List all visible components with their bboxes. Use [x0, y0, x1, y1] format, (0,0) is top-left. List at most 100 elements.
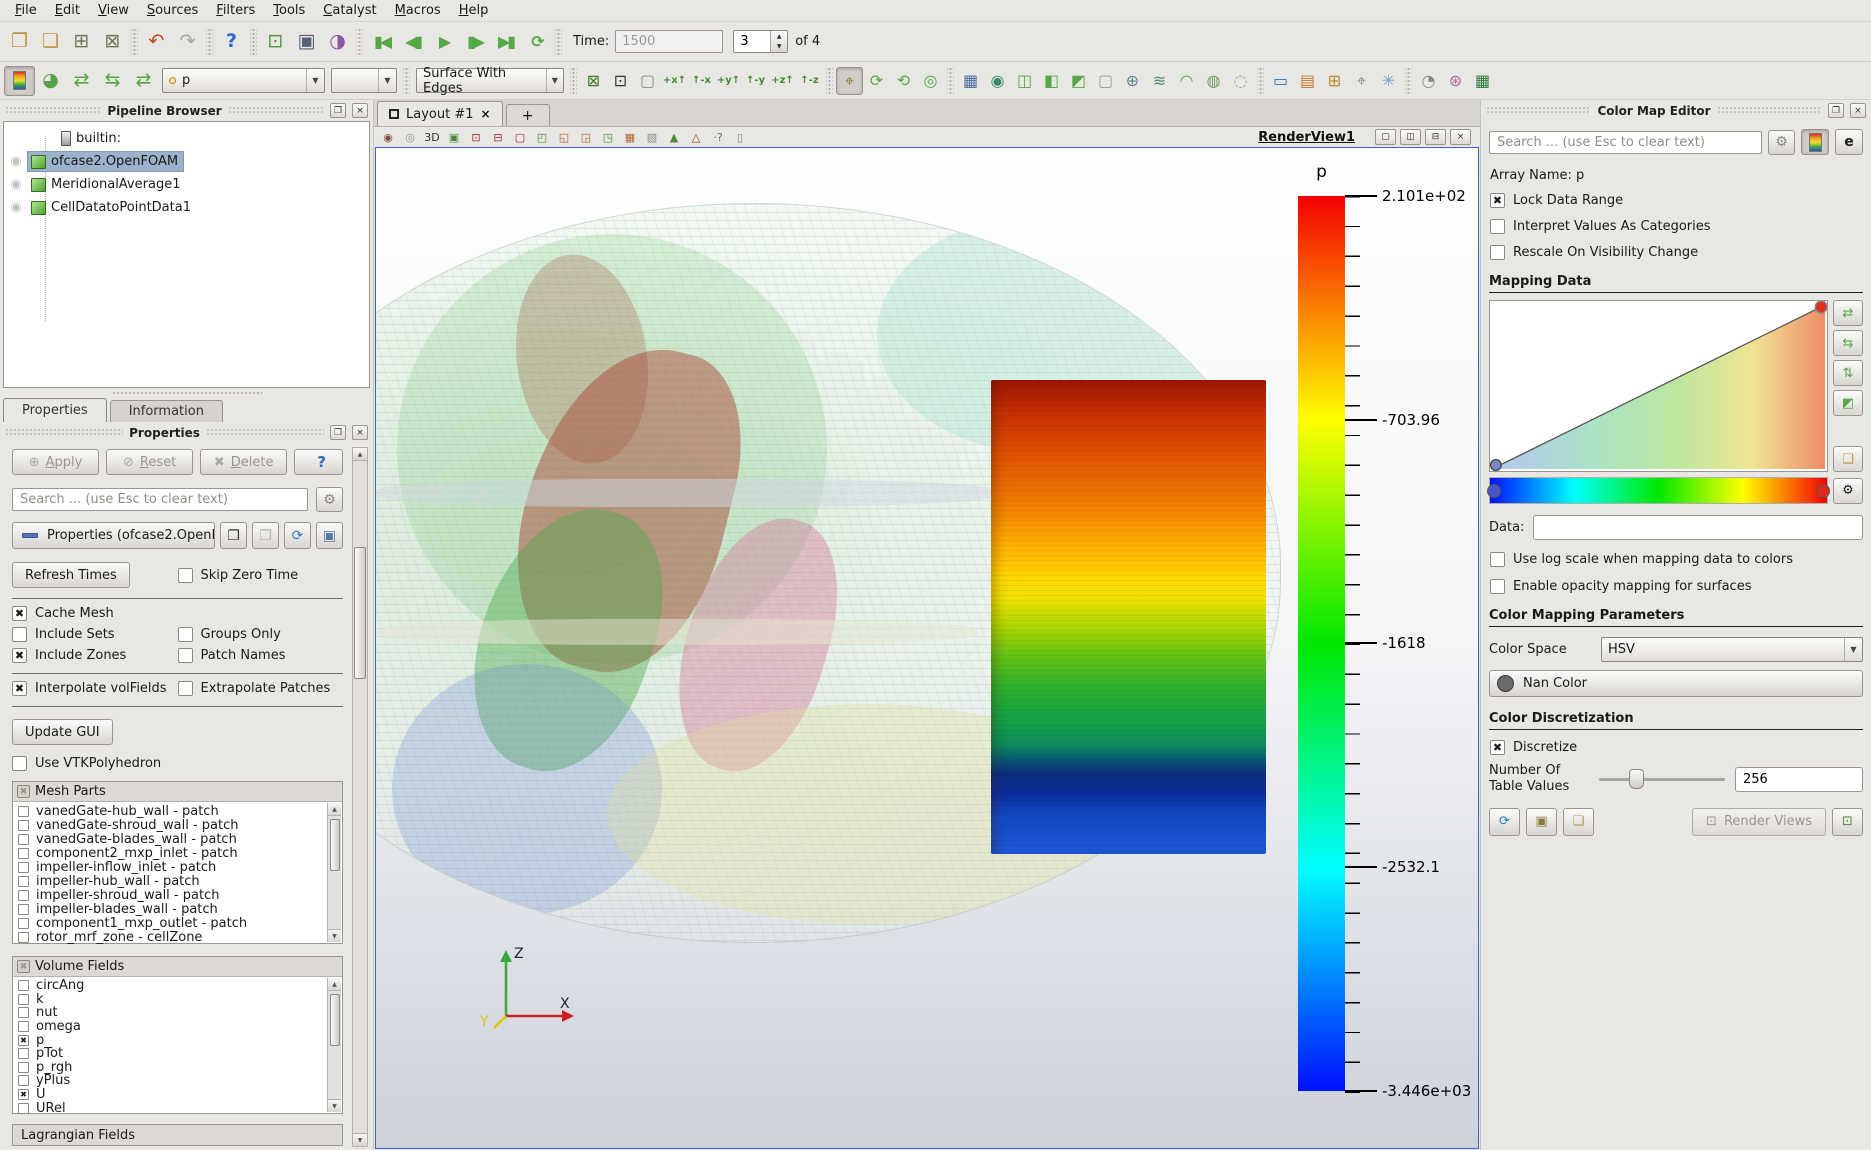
loop-button[interactable]: ⟳: [521, 27, 552, 57]
interpolate-volfields-checkbox[interactable]: [12, 681, 27, 696]
volume-field-checkbox[interactable]: [18, 1089, 29, 1100]
save-property-defaults-button[interactable]: ▣: [316, 522, 343, 549]
mesh-part-item[interactable]: impeller-hub_wall - patch: [18, 874, 326, 888]
mesh-part-item[interactable]: vanedGate-hub_wall - patch: [18, 804, 326, 818]
table-values-input[interactable]: [1735, 767, 1863, 792]
use-vtkpolyhedron-checkbox[interactable]: [12, 756, 27, 771]
shrink-selection-icon[interactable]: △: [687, 129, 705, 145]
include-zones-checkbox[interactable]: [12, 648, 27, 663]
gear-icon[interactable]: ⚙: [1768, 130, 1795, 155]
dock-handle[interactable]: [1717, 106, 1822, 115]
show-colormap-button[interactable]: [1801, 129, 1829, 155]
rescale-temporal-icon[interactable]: ⇄: [128, 66, 159, 96]
mesh-part-checkbox[interactable]: [18, 806, 29, 817]
apply-button[interactable]: ⊕Apply: [12, 449, 99, 475]
camera-plus-z-icon[interactable]: +z↑: [769, 67, 796, 95]
clip-icon[interactable]: ◫: [1011, 67, 1038, 95]
select-cells-rect-icon[interactable]: ⊡: [467, 129, 485, 145]
transfer-point-end[interactable]: [1815, 301, 1827, 313]
panel-splitter[interactable]: [0, 388, 373, 398]
menu-view[interactable]: View: [89, 1, 138, 20]
extract-subset-icon[interactable]: ▢: [1092, 67, 1119, 95]
edit-color-map-icon[interactable]: ◕: [35, 66, 66, 96]
menu-filters[interactable]: Filters: [207, 1, 264, 20]
menu-edit[interactable]: Edit: [46, 1, 89, 20]
frame-spin-arrows[interactable]: ▲ ▼: [770, 31, 787, 52]
invert-transfer-function-button[interactable]: ◩: [1833, 390, 1863, 416]
redo-icon[interactable]: ↷: [172, 27, 203, 57]
camera-minus-y-icon[interactable]: ↑-y: [742, 67, 769, 95]
frame-input[interactable]: [734, 31, 770, 52]
camera-minus-x-icon[interactable]: ↑-x: [688, 67, 715, 95]
groups-only-checkbox[interactable]: [178, 627, 193, 642]
color-space-dropdown[interactable]: HSV ▼: [1601, 637, 1863, 662]
tab-properties[interactable]: Properties: [3, 398, 107, 422]
float-dock-button[interactable]: ❐: [1828, 103, 1844, 118]
render-view-title[interactable]: RenderView1: [1258, 130, 1355, 145]
close-dock-button[interactable]: ×: [352, 425, 368, 440]
select-cells-icon[interactable]: ⊠: [580, 67, 607, 95]
render-viewport[interactable]: p 2.101e+02 -703.96: [376, 148, 1478, 1148]
select-points-icon[interactable]: ⊡: [607, 67, 634, 95]
ruler-icon[interactable]: ▭: [1267, 67, 1294, 95]
mesh-part-item[interactable]: rotor_mrf_zone - cellZone: [18, 930, 326, 944]
menu-file[interactable]: File: [6, 1, 46, 20]
volume-field-item[interactable]: U: [18, 1088, 326, 1102]
properties-scrollbar[interactable]: ▲ ▼: [352, 447, 368, 1147]
scalar-bar-icon[interactable]: ▤: [1294, 67, 1321, 95]
calculator-icon[interactable]: ▦: [957, 67, 984, 95]
menu-macros[interactable]: Macros: [386, 1, 450, 20]
first-frame-button[interactable]: ▮◀: [366, 27, 397, 57]
lock-data-range-checkbox[interactable]: [1490, 193, 1505, 208]
dock-handle[interactable]: [1486, 106, 1591, 115]
clear-selection-icon[interactable]: ▧: [643, 129, 661, 145]
close-view-button[interactable]: ×: [1450, 129, 1471, 145]
trash-icon[interactable]: ▯: [731, 129, 749, 145]
update-gui-button[interactable]: Update GUI: [12, 719, 113, 745]
spin-up-icon[interactable]: ▲: [771, 31, 787, 42]
opacity-mapping-checkbox[interactable]: [1490, 579, 1505, 594]
camera-adjust-icon[interactable]: ◉: [379, 129, 397, 145]
volume-field-item[interactable]: nut: [18, 1006, 326, 1020]
volume-field-checkbox[interactable]: [18, 1103, 29, 1114]
help-icon[interactable]: ?: [216, 27, 247, 57]
visibility-eye-icon[interactable]: ◉: [4, 200, 28, 215]
camera-link-icon[interactable]: ◎: [401, 129, 419, 145]
rescale-data-range-icon[interactable]: ⇄: [66, 66, 97, 96]
scroll-thumb[interactable]: [354, 547, 366, 679]
palette-dots-icon[interactable]: ⊛: [1442, 67, 1469, 95]
rescale-visible-range-button[interactable]: ⇅: [1833, 360, 1863, 386]
volume-field-item[interactable]: omega: [18, 1020, 326, 1034]
volume-field-checkbox[interactable]: [18, 1062, 29, 1073]
menu-help[interactable]: Help: [450, 1, 498, 20]
scroll-thumb[interactable]: [330, 819, 340, 871]
mesh-part-item[interactable]: impeller-blades_wall - patch: [18, 902, 326, 916]
save-as-default-button[interactable]: ▣: [1526, 808, 1557, 836]
mesh-part-checkbox[interactable]: [18, 904, 29, 915]
colorbar[interactable]: [1298, 196, 1345, 1091]
threshold-icon[interactable]: ◩: [1065, 67, 1092, 95]
volume-field-checkbox[interactable]: [18, 1035, 29, 1046]
delete-button[interactable]: ✖Delete: [200, 449, 287, 475]
hover-points-icon[interactable]: ▦: [621, 129, 639, 145]
close-dock-button[interactable]: ×: [1850, 103, 1866, 118]
mesh-part-item[interactable]: component2_mxp_inlet - patch: [18, 846, 326, 860]
float-dock-button[interactable]: ❐: [330, 103, 346, 118]
restore-defaults-button[interactable]: ⟳: [1489, 808, 1520, 836]
scroll-thumb[interactable]: [330, 994, 340, 1046]
visibility-eye-icon[interactable]: ◉: [4, 177, 28, 192]
reset-camera-icon[interactable]: ◎: [917, 67, 944, 95]
menu-sources[interactable]: Sources: [138, 1, 207, 20]
dock-handle[interactable]: [5, 428, 123, 437]
selection-help-icon[interactable]: ·?: [709, 129, 727, 145]
volume-field-item[interactable]: pTot: [18, 1047, 326, 1061]
dock-handle[interactable]: [5, 106, 101, 115]
rescale-to-custom-range-button[interactable]: ⇆: [1833, 330, 1863, 356]
warp-icon[interactable]: ◠: [1173, 67, 1200, 95]
volume-field-item[interactable]: k: [18, 993, 326, 1007]
spreadsheet-icon[interactable]: ▦: [1469, 67, 1496, 95]
grow-selection-icon[interactable]: ▲: [665, 129, 683, 145]
interactive-select-cells-icon[interactable]: ◱: [555, 129, 573, 145]
split-vertical-button[interactable]: ⊟: [1425, 129, 1446, 145]
gradient-handle-start[interactable]: [1487, 484, 1501, 498]
